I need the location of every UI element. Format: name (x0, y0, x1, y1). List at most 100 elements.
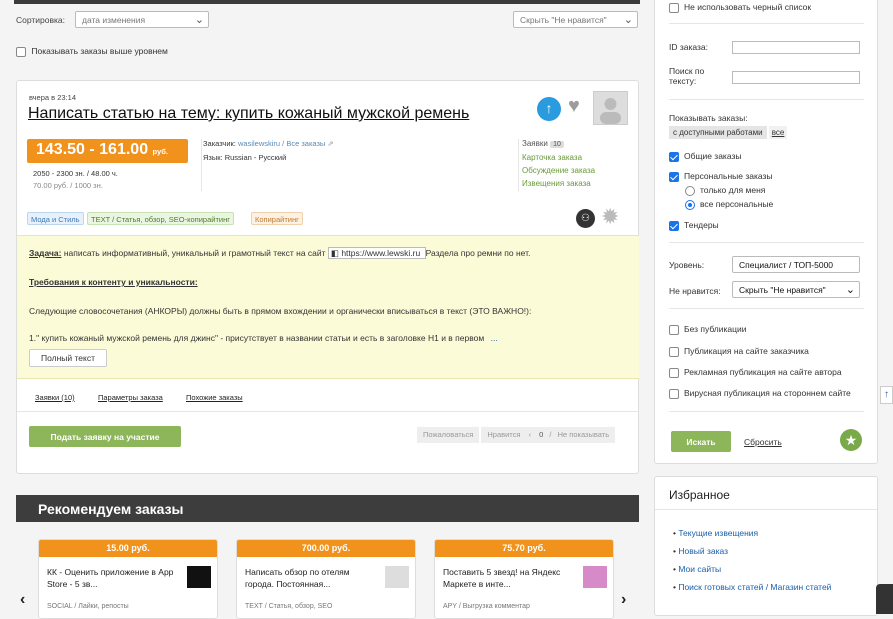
report-button[interactable]: Пожаловаться (417, 427, 480, 443)
hide-disliked-select[interactable]: Скрыть "Не нравится" ⌄ (513, 11, 638, 28)
scroll-up-icon[interactable]: ↑ (880, 386, 893, 404)
like-control[interactable]: Нравится ‹ 0 / Не показывать (481, 427, 616, 443)
tag-type[interactable]: Копирайтинг (251, 212, 303, 225)
article-store-link[interactable]: Поиск готовых статей / Магазин статей (678, 582, 831, 592)
pub-viral-label: Вирусная публикация на стороннем сайте (684, 388, 851, 398)
hide-disliked-value: Скрыть "Не нравится" (520, 15, 607, 25)
card-thumbnail (385, 566, 409, 588)
divider (669, 242, 864, 243)
all-personal-row[interactable]: все персональные (685, 199, 773, 211)
id-input[interactable] (732, 41, 860, 54)
dislike-label: Не нравится: (669, 286, 721, 296)
chevron-left-icon: ‹ (528, 430, 532, 439)
chevron-left-icon[interactable]: ‹ (20, 591, 25, 609)
pub-ad-checkbox[interactable] (669, 367, 679, 378)
pub-ad-row[interactable]: Рекламная публикация на сайте автора (669, 367, 842, 379)
pub-viral-checkbox[interactable] (669, 388, 679, 399)
level-select[interactable]: Специалист / ТОП-5000 (732, 256, 860, 273)
personal-orders-row[interactable]: Персональные заказы (669, 171, 773, 183)
tag-service[interactable]: TEXT / Статья, обзор, SEO-копирайтинг (87, 212, 234, 225)
chip-available[interactable]: с доступными работами (669, 126, 767, 139)
bids-count-badge: 10 (550, 141, 564, 148)
favorites-panel: Избранное • Текущие извещения • Новый за… (654, 476, 878, 616)
star-icon[interactable]: ★ (840, 429, 862, 451)
new-order-link[interactable]: Новый заказ (678, 546, 728, 556)
order-date: вчера в 23:14 (29, 93, 76, 102)
recommended-card[interactable]: 15.00 руб. КК - Оценить приложение в App… (38, 539, 218, 619)
customer-info: Заказчик: wasilewskiru / Все заказы ⇗ (203, 139, 334, 148)
sort-select-value: дата изменения (82, 15, 146, 25)
dislike-value: Скрыть "Не нравится" (739, 285, 826, 295)
divider (669, 308, 864, 309)
price-badge: 143.50 - 161.00 руб. (27, 139, 188, 163)
pub-customer-checkbox[interactable] (669, 346, 679, 357)
customer-avatar[interactable] (593, 91, 628, 125)
sort-label: Сортировка: (16, 15, 66, 25)
up-arrow-icon[interactable]: ↑ (537, 97, 561, 121)
only-me-row[interactable]: только для меня (685, 185, 765, 197)
reset-link[interactable]: Сбросить (744, 437, 782, 447)
pub-viral-row[interactable]: Вирусная публикация на стороннем сайте (669, 388, 851, 400)
search-button[interactable]: Искать (671, 431, 731, 452)
dislike-select[interactable]: Скрыть "Не нравится" ⌄ (732, 281, 860, 298)
only-me-radio[interactable] (685, 185, 695, 196)
show-above-label: Показывать заказы выше уровнем (31, 46, 168, 56)
no-blacklist-row[interactable]: Не использовать черный список (669, 2, 811, 14)
tenders-checkbox[interactable] (669, 220, 679, 231)
sort-select[interactable]: дата изменения ⌄ (75, 11, 209, 28)
recommended-card[interactable]: 700.00 руб. Написать обзор по отелям гор… (236, 539, 416, 619)
notices-link[interactable]: Текущие извещения (678, 528, 758, 538)
pub-customer-row[interactable]: Публикация на сайте заказчика (669, 346, 809, 358)
tag-category[interactable]: Мода и Стиль (27, 212, 84, 225)
order-notices-link[interactable]: Извещения заказа (522, 177, 595, 190)
tab-similar[interactable]: Похожие заказы (186, 393, 243, 402)
tab-params[interactable]: Параметры заказа (98, 393, 163, 402)
favorites-item: • Поиск готовых статей / Магазин статей (673, 582, 832, 592)
no-blacklist-checkbox[interactable] (669, 2, 679, 13)
favorites-list: • Текущие извещения • Новый заказ • Мои … (673, 524, 863, 593)
show-above-row[interactable]: Показывать заказы выше уровнем (16, 46, 168, 57)
all-orders-link[interactable]: / Все заказы (282, 139, 325, 148)
card-footer: TEXT / Статья, обзор, SEO (245, 603, 333, 610)
customer-label: Заказчик: (203, 139, 236, 148)
recommended-card[interactable]: 75.70 руб. Поставить 5 звезд! на Яндекс … (434, 539, 614, 619)
availability-chips: с доступными работами все (669, 126, 788, 139)
more-link[interactable]: ... (491, 333, 498, 343)
general-orders-row[interactable]: Общие заказы (669, 151, 741, 163)
order-card-link[interactable]: Карточка заказа (522, 151, 595, 164)
heart-icon[interactable]: ♥ (568, 95, 580, 118)
chevron-right-icon[interactable]: › (621, 591, 626, 609)
tab-bids[interactable]: Заявки (10) (35, 393, 75, 402)
order-discussion-link[interactable]: Обсуждение заказа (522, 164, 595, 177)
search-input[interactable] (732, 71, 860, 84)
tenders-row[interactable]: Тендеры (669, 220, 719, 232)
pub-none-label: Без публикации (684, 324, 747, 334)
task-tail: Раздела про ремни по нет. (425, 248, 531, 258)
url-box[interactable]: ◧ https://www.lewski.ru (327, 247, 426, 259)
all-personal-radio[interactable] (685, 199, 695, 210)
apply-button[interactable]: Подать заявку на участие (29, 426, 181, 447)
card-footer: APY / Выгрузка комментар (443, 603, 530, 610)
gear-icon[interactable]: ✹ (601, 205, 619, 229)
price-value: 143.50 - 161.00 (36, 141, 149, 158)
user-add-icon[interactable]: ⚇ (576, 209, 595, 228)
paragraph-2: 1." купить кожаный мужской ремень для дж… (29, 333, 498, 343)
personal-orders-checkbox[interactable] (669, 171, 679, 182)
chat-widget[interactable] (876, 584, 893, 614)
chip-all[interactable]: все (768, 126, 788, 139)
task-line: Задача: написать информативный, уникальн… (29, 247, 531, 259)
order-title[interactable]: Написать статью на тему: купить кожаный … (28, 105, 469, 123)
pub-none-row[interactable]: Без публикации (669, 324, 747, 336)
full-text-button[interactable]: Полный текст (29, 349, 107, 367)
my-sites-link[interactable]: Мои сайты (678, 564, 721, 574)
show-above-checkbox[interactable] (16, 46, 26, 57)
hide-label: Не показывать (557, 430, 610, 439)
customer-link[interactable]: wasilewskiru (238, 139, 280, 148)
general-orders-checkbox[interactable] (669, 151, 679, 162)
card-price: 75.70 руб. (435, 540, 613, 557)
favorites-item: • Мои сайты (673, 564, 722, 574)
top-bar (14, 0, 640, 4)
requirements-title: Требования к контенту и уникальности: (29, 277, 198, 287)
no-blacklist-label: Не использовать черный список (684, 2, 812, 12)
pub-none-checkbox[interactable] (669, 324, 679, 335)
